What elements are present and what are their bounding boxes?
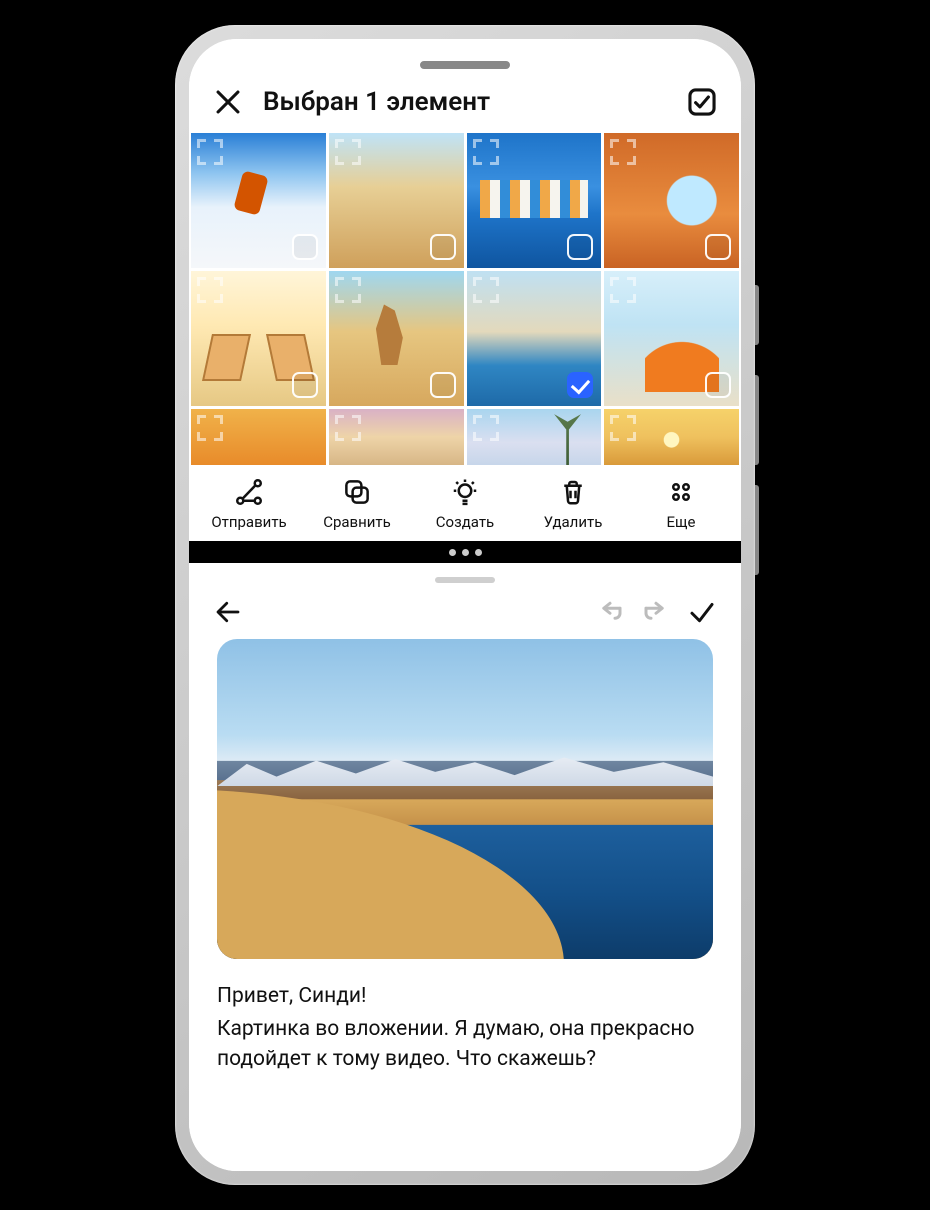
notes-app: Привет, Синди! Картинка во вложении. Я д… — [189, 563, 741, 1171]
more-icon — [666, 477, 696, 507]
action-bar: Отправить Сравнить Создать — [189, 465, 741, 541]
focus-bracket-icon — [335, 139, 361, 165]
phone-frame: Выбран 1 элемент Отправить — [175, 25, 755, 1185]
focus-bracket-icon — [335, 277, 361, 303]
photo-thumbnail[interactable] — [604, 271, 739, 406]
note-attachment-image[interactable] — [217, 639, 713, 959]
photo-grid — [189, 133, 741, 465]
volume-down-button[interactable] — [755, 485, 759, 575]
photo-thumbnail[interactable] — [329, 271, 464, 406]
photo-thumbnail[interactable] — [467, 271, 602, 406]
focus-bracket-icon — [610, 139, 636, 165]
compare-icon — [342, 477, 372, 507]
selection-checkbox[interactable] — [567, 234, 593, 260]
focus-bracket-icon — [473, 415, 499, 441]
focus-bracket-icon — [335, 415, 361, 441]
note-body[interactable]: Привет, Синди! Картинка во вложении. Я д… — [189, 639, 741, 1096]
editor-header — [189, 591, 741, 639]
selection-checkbox[interactable] — [567, 372, 593, 398]
trash-icon — [558, 477, 588, 507]
delete-button[interactable]: Удалить — [519, 477, 627, 531]
volume-up-button[interactable] — [755, 375, 759, 465]
create-button[interactable]: Создать — [411, 477, 519, 531]
selection-checkbox[interactable] — [292, 372, 318, 398]
note-text[interactable]: Привет, Синди! Картинка во вложении. Я д… — [217, 981, 713, 1074]
power-button[interactable] — [755, 285, 759, 345]
note-line-2: Картинка во вложении. Я думаю, она прекр… — [217, 1014, 713, 1075]
split-screen-handle[interactable] — [189, 541, 741, 563]
close-button[interactable] — [211, 85, 245, 119]
gallery-header: Выбран 1 элемент — [189, 75, 741, 133]
undo-button[interactable] — [593, 597, 627, 627]
compare-button[interactable]: Сравнить — [303, 477, 411, 531]
selection-checkbox[interactable] — [430, 372, 456, 398]
more-label: Еще — [667, 513, 696, 531]
lightbulb-icon — [450, 477, 480, 507]
focus-bracket-icon — [610, 415, 636, 441]
photo-thumbnail[interactable] — [467, 409, 602, 466]
confirm-button[interactable] — [685, 597, 719, 627]
selection-checkbox[interactable] — [292, 234, 318, 260]
more-button[interactable]: Еще — [627, 477, 735, 531]
gallery-app: Выбран 1 элемент Отправить — [189, 39, 741, 541]
selection-checkbox[interactable] — [705, 372, 731, 398]
photo-thumbnail[interactable] — [329, 409, 464, 466]
back-button[interactable] — [211, 597, 245, 627]
selection-checkbox[interactable] — [705, 234, 731, 260]
speaker-grille — [420, 61, 510, 69]
photo-thumbnail[interactable] — [191, 133, 326, 268]
photo-thumbnail[interactable] — [467, 133, 602, 268]
redo-button[interactable] — [639, 597, 673, 627]
focus-bracket-icon — [197, 277, 223, 303]
photo-thumbnail[interactable] — [191, 271, 326, 406]
selection-title: Выбран 1 элемент — [263, 87, 667, 117]
selection-checkbox[interactable] — [430, 234, 456, 260]
select-all-button[interactable] — [685, 85, 719, 119]
send-label: Отправить — [211, 513, 286, 531]
photo-thumbnail[interactable] — [604, 409, 739, 466]
delete-label: Удалить — [544, 513, 603, 531]
compare-label: Сравнить — [323, 513, 391, 531]
landscape-photo — [217, 639, 713, 959]
sheet-drag-handle[interactable] — [435, 577, 495, 583]
focus-bracket-icon — [197, 139, 223, 165]
photo-thumbnail[interactable] — [191, 409, 326, 466]
note-line-1: Привет, Синди! — [217, 981, 713, 1011]
photo-thumbnail[interactable] — [604, 133, 739, 268]
focus-bracket-icon — [610, 277, 636, 303]
screen: Выбран 1 элемент Отправить — [189, 39, 741, 1171]
share-icon — [234, 477, 264, 507]
focus-bracket-icon — [473, 277, 499, 303]
create-label: Создать — [436, 513, 494, 531]
focus-bracket-icon — [197, 415, 223, 441]
focus-bracket-icon — [473, 139, 499, 165]
send-button[interactable]: Отправить — [195, 477, 303, 531]
photo-thumbnail[interactable] — [329, 133, 464, 268]
